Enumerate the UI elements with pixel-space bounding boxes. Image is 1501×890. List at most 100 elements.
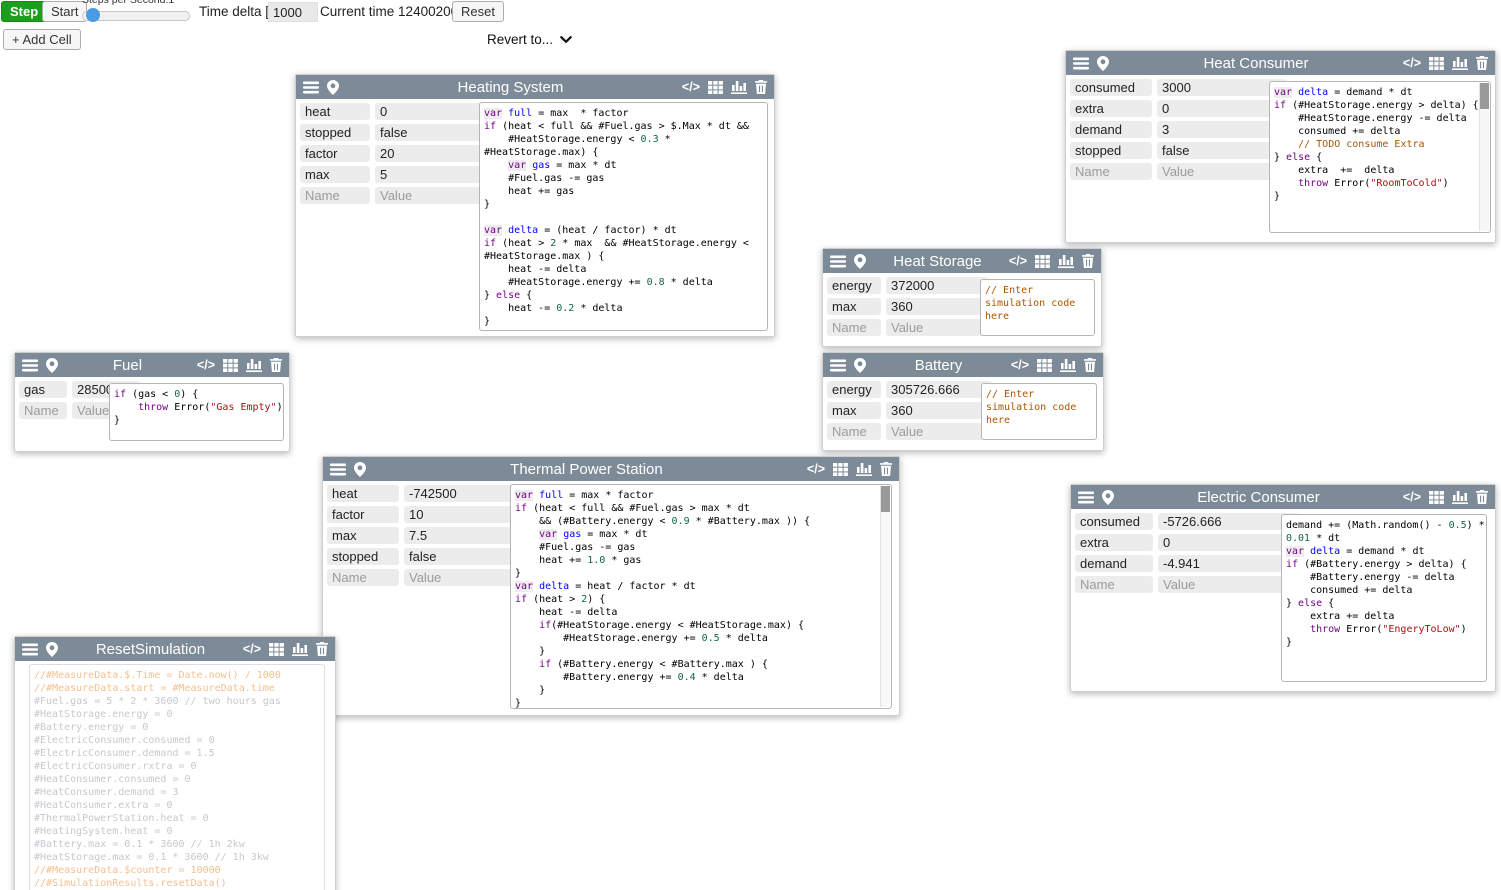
code-view-icon[interactable]: </> — [682, 81, 700, 94]
var-value-field[interactable]: Value — [886, 319, 988, 336]
var-value-field[interactable]: Value — [1158, 576, 1300, 593]
var-name-field[interactable]: max — [827, 298, 881, 315]
code-editor[interactable]: if (gas < 0) { throw Error("Gas Empty")} — [109, 383, 284, 441]
delete-cell-icon[interactable] — [270, 358, 282, 372]
var-value-field[interactable]: Value — [886, 423, 992, 440]
var-value-field[interactable]: 305726.666 — [886, 381, 992, 398]
var-value-field[interactable]: 372000 — [886, 277, 988, 294]
pin-icon[interactable] — [854, 254, 866, 269]
var-name-field[interactable]: factor — [300, 145, 370, 162]
code-view-icon[interactable]: </> — [197, 359, 215, 372]
cell-header[interactable]: Fuel</> — [15, 353, 289, 377]
code-view-icon[interactable]: </> — [1403, 57, 1421, 70]
var-value-field[interactable]: 5 — [375, 166, 495, 183]
table-view-icon[interactable] — [223, 359, 238, 372]
var-name-field[interactable]: Name — [1070, 163, 1152, 180]
menu-icon[interactable] — [1073, 57, 1089, 70]
var-name-field[interactable]: Name — [327, 569, 399, 586]
code-view-icon[interactable]: </> — [1009, 255, 1027, 268]
var-value-field[interactable]: 360 — [886, 402, 992, 419]
chart-view-icon[interactable] — [1060, 358, 1076, 372]
steps-per-second-slider[interactable] — [82, 11, 190, 21]
chart-view-icon[interactable] — [1452, 490, 1468, 504]
var-value-field[interactable]: false — [1157, 142, 1287, 159]
code-scrollbar[interactable] — [1479, 83, 1489, 231]
var-value-field[interactable]: 3 — [1157, 121, 1287, 138]
var-name-field[interactable]: stopped — [1070, 142, 1152, 159]
menu-icon[interactable] — [830, 359, 846, 372]
var-name-field[interactable]: extra — [1075, 534, 1153, 551]
cell-header[interactable]: Battery</> — [823, 353, 1103, 377]
var-name-field[interactable]: Name — [1075, 576, 1153, 593]
var-value-field[interactable]: 20 — [375, 145, 495, 162]
table-view-icon[interactable] — [708, 81, 723, 94]
table-view-icon[interactable] — [833, 463, 848, 476]
var-name-field[interactable]: factor — [327, 506, 399, 523]
revert-to-dropdown[interactable]: Revert to... — [487, 32, 572, 47]
var-value-field[interactable]: 0 — [375, 103, 495, 120]
var-name-field[interactable]: energy — [827, 381, 881, 398]
var-value-field[interactable]: Value — [1157, 163, 1287, 180]
var-name-field[interactable]: demand — [1075, 555, 1153, 572]
cell-header[interactable]: Heat Storage</> — [823, 249, 1101, 273]
var-name-field[interactable]: extra — [1070, 100, 1152, 117]
time-delta-input[interactable] — [268, 2, 318, 22]
table-view-icon[interactable] — [269, 643, 284, 656]
delete-cell-icon[interactable] — [316, 642, 328, 656]
cell-header[interactable]: Electric Consumer</> — [1071, 485, 1495, 509]
pin-icon[interactable] — [1097, 56, 1109, 71]
code-view-icon[interactable]: </> — [243, 643, 261, 656]
delete-cell-icon[interactable] — [880, 462, 892, 476]
pin-icon[interactable] — [854, 358, 866, 373]
var-name-field[interactable]: consumed — [1070, 79, 1152, 96]
table-view-icon[interactable] — [1429, 57, 1444, 70]
cell-header[interactable]: Heating System</> — [296, 75, 774, 99]
cell-header[interactable]: Thermal Power Station</> — [323, 457, 899, 481]
cell-header[interactable]: ResetSimulation</> — [15, 637, 335, 661]
var-name-field[interactable]: consumed — [1075, 513, 1153, 530]
var-value-field[interactable]: -5726.666 — [1158, 513, 1300, 530]
delete-cell-icon[interactable] — [1476, 56, 1488, 70]
var-value-field[interactable]: 0 — [1157, 100, 1287, 117]
var-value-field[interactable]: 3000 — [1157, 79, 1287, 96]
step-button[interactable]: Step — [1, 1, 47, 22]
chart-view-icon[interactable] — [856, 462, 872, 476]
var-name-field[interactable]: max — [327, 527, 399, 544]
var-value-field[interactable]: 360 — [886, 298, 988, 315]
chart-view-icon[interactable] — [1452, 56, 1468, 70]
chart-view-icon[interactable] — [731, 80, 747, 94]
table-view-icon[interactable] — [1429, 491, 1444, 504]
add-cell-button[interactable]: + Add Cell — [3, 29, 81, 50]
var-name-field[interactable]: Name — [827, 423, 881, 440]
code-view-icon[interactable]: </> — [807, 463, 825, 476]
code-editor[interactable]: // Entersimulation codehere — [981, 383, 1097, 440]
code-scrollbar[interactable] — [880, 486, 890, 707]
chart-view-icon[interactable] — [246, 358, 262, 372]
var-name-field[interactable]: max — [300, 166, 370, 183]
var-name-field[interactable]: gas — [19, 381, 67, 398]
pin-icon[interactable] — [46, 358, 58, 373]
pin-icon[interactable] — [1102, 490, 1114, 505]
var-value-field[interactable]: Value — [375, 187, 495, 204]
code-view-icon[interactable]: </> — [1011, 359, 1029, 372]
table-view-icon[interactable] — [1037, 359, 1052, 372]
chart-view-icon[interactable] — [1058, 254, 1074, 268]
var-value-field[interactable]: -4.941 — [1158, 555, 1300, 572]
var-name-field[interactable]: stopped — [300, 124, 370, 141]
delete-cell-icon[interactable] — [1082, 254, 1094, 268]
var-name-field[interactable]: Name — [300, 187, 370, 204]
pin-icon[interactable] — [327, 80, 339, 95]
pin-icon[interactable] — [46, 642, 58, 657]
code-editor[interactable]: var full = max * factorif (heat < full &… — [479, 102, 768, 331]
var-name-field[interactable]: demand — [1070, 121, 1152, 138]
code-editor[interactable]: var full = max * factorif (heat < full &… — [510, 484, 892, 709]
delete-cell-icon[interactable] — [755, 80, 767, 94]
var-name-field[interactable]: heat — [327, 485, 399, 502]
code-editor[interactable]: // Entersimulation codehere — [980, 279, 1095, 336]
code-view-icon[interactable]: </> — [1403, 491, 1421, 504]
var-value-field[interactable]: false — [375, 124, 495, 141]
var-name-field[interactable]: heat — [300, 103, 370, 120]
var-value-field[interactable]: 0 — [1158, 534, 1300, 551]
menu-icon[interactable] — [330, 463, 346, 476]
code-editor[interactable]: var delta = demand * dtif (#HeatStorage.… — [1269, 81, 1491, 233]
